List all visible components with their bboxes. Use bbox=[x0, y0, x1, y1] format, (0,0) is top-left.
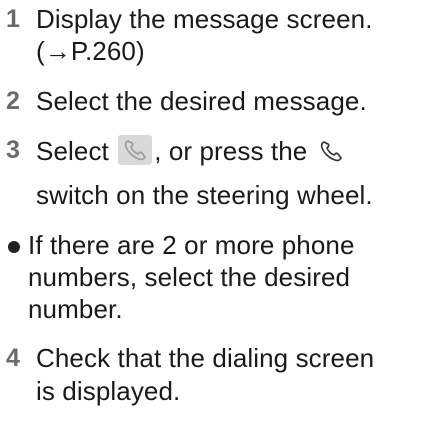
step-text: Select the desired message. bbox=[36, 86, 367, 116]
note-text: numbers, select the desired bbox=[28, 262, 351, 292]
step-text: is displayed. bbox=[36, 376, 181, 406]
step-text: switch on the steering wheel. bbox=[36, 180, 373, 210]
step-text: Select , or press the bbox=[36, 135, 343, 170]
step-number: 2 bbox=[6, 87, 21, 115]
step-text-pre: Select bbox=[36, 136, 109, 166]
phone-switch-icon bbox=[319, 140, 343, 170]
step-number: 1 bbox=[6, 5, 21, 33]
manual-page: 1 Display the message screen. (→P.260) 2… bbox=[0, 0, 427, 422]
step-text: Display the message screen. bbox=[36, 4, 373, 34]
note-text: If there are 2 or more phone bbox=[28, 230, 355, 260]
step-text: Check that the dialing screen bbox=[36, 343, 375, 373]
phone-button-icon bbox=[118, 135, 153, 165]
step-number: 3 bbox=[6, 136, 21, 164]
bullet-icon bbox=[8, 241, 20, 253]
note-text: number. bbox=[28, 294, 123, 324]
step-text-post: , or press the bbox=[154, 136, 308, 166]
step-number: 4 bbox=[6, 344, 21, 372]
page-reference: (→P.260) bbox=[36, 36, 145, 66]
